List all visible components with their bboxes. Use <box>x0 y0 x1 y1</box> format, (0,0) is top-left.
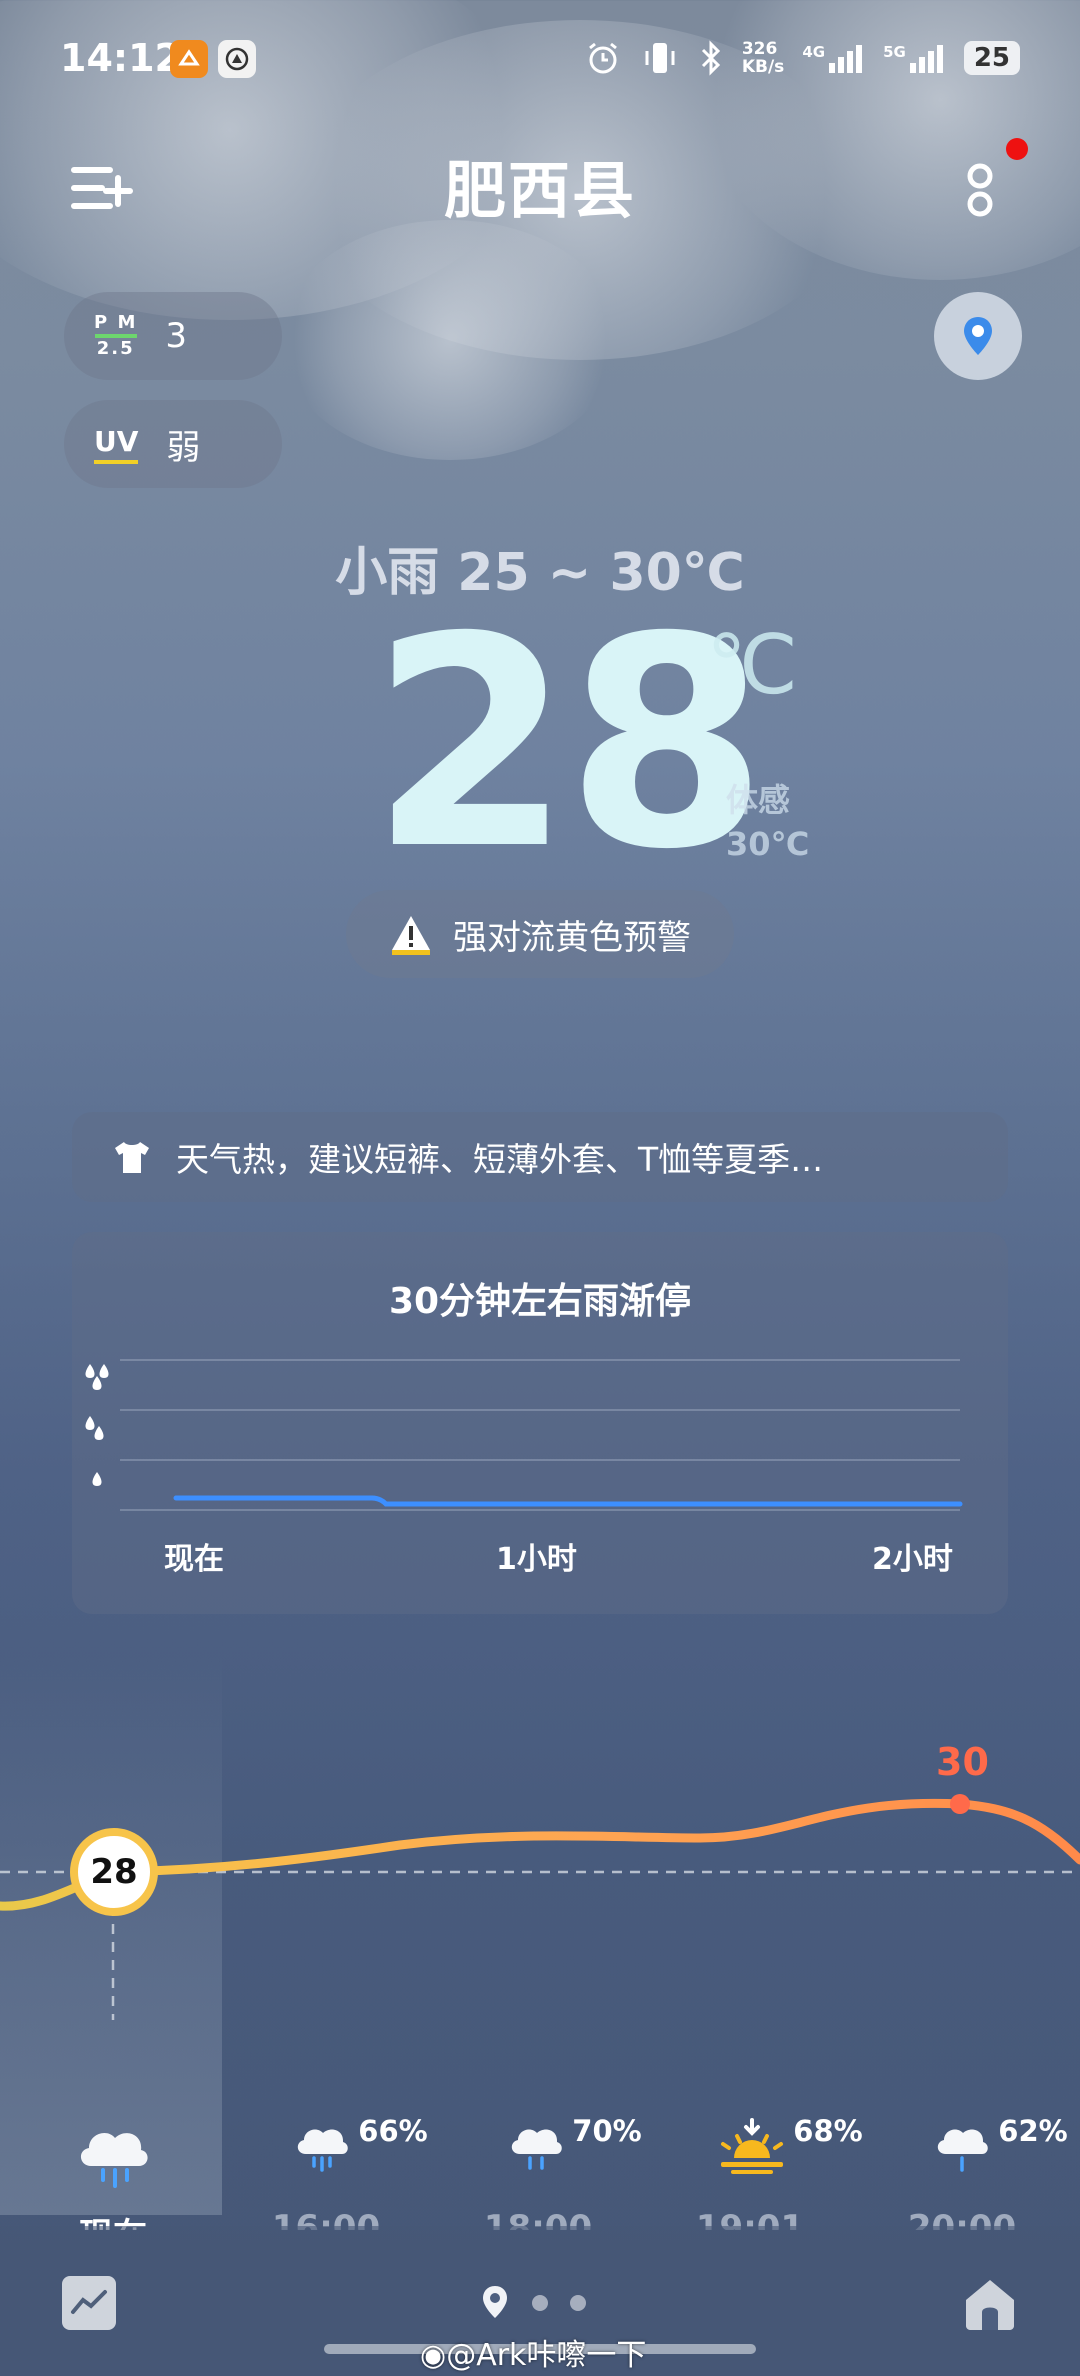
precip-pct: 68% <box>793 2114 863 2148</box>
rain-cloud-icon <box>80 2133 148 2188</box>
alarm-icon <box>588 42 617 74</box>
precip-pct: 70% <box>572 2114 642 2148</box>
sunset-icon <box>721 2118 784 2174</box>
precip-pct: 66% <box>358 2114 428 2148</box>
current-hour-temp-bubble: 28 <box>70 1828 158 1916</box>
hourly-item-now[interactable] <box>33 2118 193 2190</box>
clothing-tip[interactable]: 天气热，建议短裤、短薄外套、T恤等夏季… <box>72 1112 1008 1202</box>
page-indicator[interactable] <box>480 2284 586 2322</box>
hourly-item-2000[interactable]: 62% <box>920 2114 1080 2176</box>
peak-temp-label: 30 <box>936 1740 989 1784</box>
city-title: 肥西县 <box>443 154 636 227</box>
moderate-rain-icon <box>85 1416 104 1440</box>
weather-alert-pill[interactable]: 强对流黄色预警 <box>346 890 734 978</box>
rain-intensity-line <box>173 1495 963 1507</box>
battery-indicator: 25 <box>963 41 1020 75</box>
feels-like: 体感 30℃ <box>726 778 809 866</box>
feels-like-label: 体感 <box>726 781 791 819</box>
status-time: 14:12 <box>60 36 181 80</box>
rain-cloud-icon <box>938 2129 989 2172</box>
home-icon <box>966 2280 1014 2330</box>
app-notification-icon-2 <box>218 40 256 78</box>
network-speed: 326 KB/s <box>741 39 785 77</box>
heavy-rain-icon <box>85 1364 109 1390</box>
uv-label: UV <box>94 425 138 464</box>
temperature-unit: ℃ <box>706 618 799 713</box>
pm25-pill[interactable]: P M 2.5 3 <box>64 292 282 380</box>
page-dot <box>570 2295 586 2311</box>
axis-now: 现在 <box>164 1542 224 1577</box>
minute-rain-card[interactable]: 30分钟左右雨渐停 现在 1小时 2小时 <box>72 1232 1008 1614</box>
vibrate-icon <box>645 43 675 73</box>
status-icons: 326 KB/s 4G 5G 25 <box>584 36 1020 80</box>
uv-pill[interactable]: UV 弱 <box>64 400 282 488</box>
light-rain-icon <box>92 1472 102 1486</box>
signal-4g: 4G <box>802 43 865 73</box>
tshirt-icon <box>115 1142 149 1173</box>
feels-like-value: 30℃ <box>726 825 810 863</box>
pm25-label: P M 2.5 <box>94 312 138 359</box>
warning-icon <box>392 916 430 955</box>
precip-pct: 62% <box>998 2114 1068 2148</box>
hourly-item-1800[interactable]: 70% <box>494 2114 654 2176</box>
rain-cloud-icon <box>512 2129 563 2170</box>
watermark: ◉@Ark咔嚓一下 <box>420 2330 646 2374</box>
signal-5g: 5G <box>883 43 946 73</box>
hourly-temp-chart <box>0 1794 1080 2020</box>
bluetooth-icon <box>701 40 720 76</box>
axis-1h: 1小时 <box>496 1542 577 1577</box>
current-hour-temp: 28 <box>90 1852 138 1892</box>
more-options-icon[interactable] <box>960 150 1000 230</box>
trend-chart-icon <box>71 2290 107 2314</box>
watermark-text: @Ark咔嚓一下 <box>446 2338 647 2373</box>
uv-value: 弱 <box>166 427 201 468</box>
axis-2h: 2小时 <box>872 1542 953 1577</box>
hourly-item-1600[interactable]: 66% <box>280 2114 440 2176</box>
pm25-value: 3 <box>165 316 188 356</box>
rain-cloud-icon <box>298 2129 349 2172</box>
location-pin-icon <box>483 2286 507 2318</box>
location-pin-icon <box>964 317 992 355</box>
notification-dot <box>1006 138 1028 160</box>
home-button[interactable] <box>960 2274 1020 2334</box>
rain-intensity-icons <box>85 1364 109 1486</box>
trend-chart-button[interactable] <box>62 2276 116 2330</box>
hourly-item-1901[interactable]: 68% <box>710 2114 870 2176</box>
tip-text: 天气热，建议短裤、短薄外套、T恤等夏季… <box>176 1140 824 1179</box>
map-button[interactable] <box>934 292 1022 380</box>
current-temperature: 28 <box>370 576 768 913</box>
app-notification-icon <box>170 40 208 78</box>
weibo-icon: ◉ <box>420 2338 447 2373</box>
alert-text: 强对流黄色预警 <box>453 917 691 958</box>
page-dot <box>532 2295 548 2311</box>
